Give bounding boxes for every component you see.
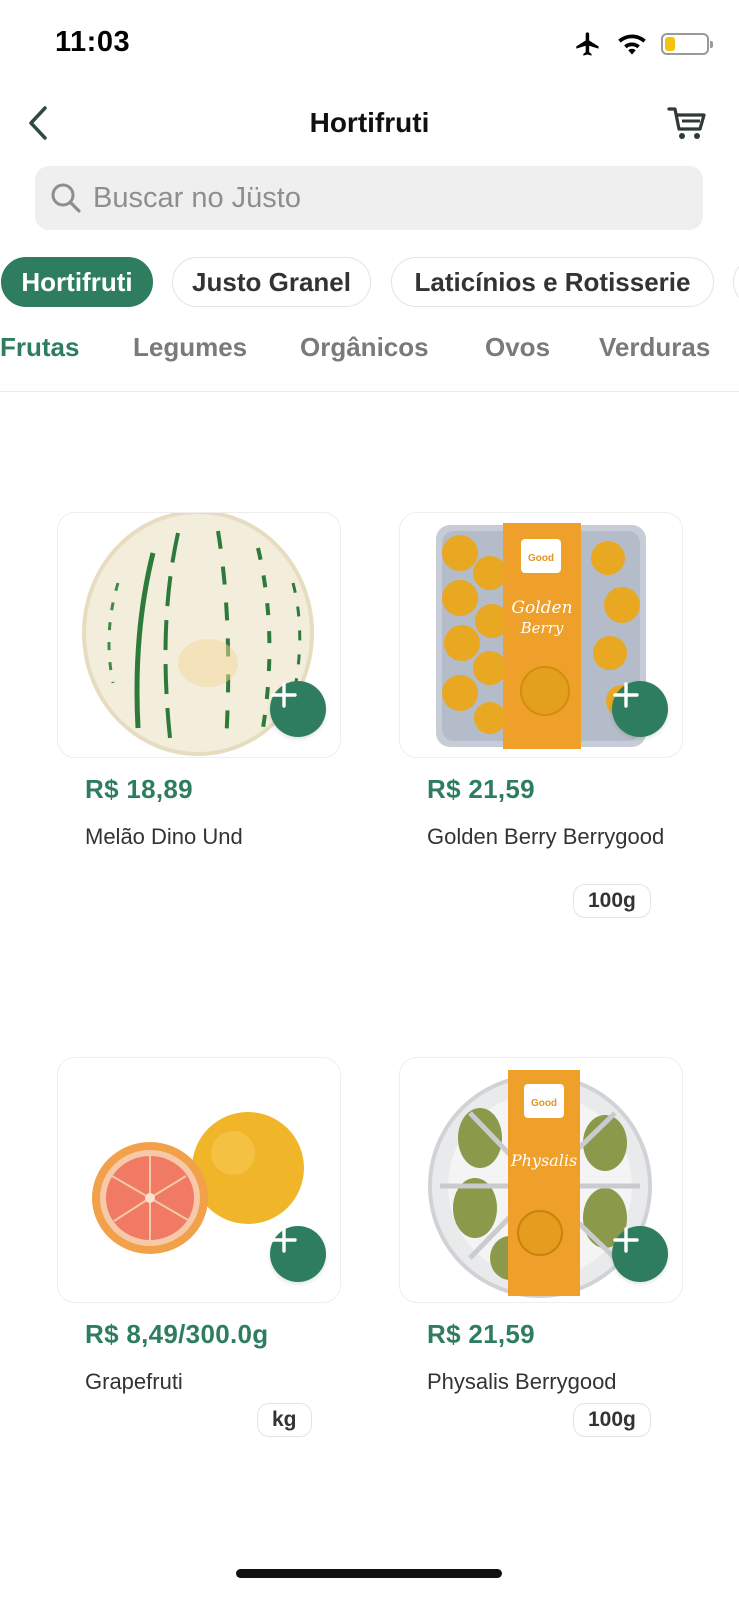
tab-verduras[interactable]: Verduras xyxy=(599,332,710,363)
chip-hortifruti[interactable]: Hortifruti xyxy=(1,257,153,307)
unit-badge: kg xyxy=(257,1403,312,1437)
product-image[interactable] xyxy=(57,1057,341,1303)
status-icons xyxy=(573,30,713,58)
battery-level xyxy=(665,37,676,51)
product-price: R$ 18,89 xyxy=(85,774,193,804)
svg-text:Good: Good xyxy=(531,1098,557,1109)
product-name: Melão Dino Und xyxy=(85,824,243,849)
category-chips: Hortifruti Justo Granel Laticínios e Rot… xyxy=(0,257,739,309)
tab-legumes[interactable]: Legumes xyxy=(133,332,247,363)
home-indicator[interactable] xyxy=(236,1569,502,1578)
battery-icon xyxy=(661,33,713,55)
add-to-cart-button[interactable] xyxy=(270,681,326,737)
product-image[interactable] xyxy=(57,512,341,758)
status-bar: 11:03 xyxy=(0,0,739,90)
chip-laticinios-e-rotisserie[interactable]: Laticínios e Rotisserie xyxy=(391,257,714,307)
product-name: Grapefruti xyxy=(85,1369,183,1394)
svg-text:Golden: Golden xyxy=(511,598,572,618)
product-name: Golden Berry Berrygood xyxy=(427,824,665,849)
product-image[interactable]: Good Golden Berry xyxy=(399,512,683,758)
svg-text:Good: Good xyxy=(528,553,554,564)
header: Hortifruti xyxy=(0,95,739,155)
svg-text:Physalis: Physalis xyxy=(510,1151,577,1170)
svg-text:Berry: Berry xyxy=(520,619,564,637)
product-image[interactable]: Good Physalis xyxy=(399,1057,683,1303)
add-to-cart-button[interactable] xyxy=(612,1226,668,1282)
add-to-cart-button[interactable] xyxy=(270,1226,326,1282)
add-to-cart-button[interactable] xyxy=(612,681,668,737)
search-input[interactable] xyxy=(93,181,653,215)
search-icon xyxy=(49,181,83,215)
subcategory-tabs: Frutas Legumes Orgânicos Ovos Verduras xyxy=(0,330,739,392)
tab-organicos[interactable]: Orgânicos xyxy=(300,332,429,363)
wifi-icon xyxy=(617,32,647,56)
page-title: Hortifruti xyxy=(309,107,430,138)
status-time: 11:03 xyxy=(55,26,131,58)
unit-badge: 100g xyxy=(573,884,651,918)
tab-ovos[interactable]: Ovos xyxy=(485,332,550,363)
airplane-icon xyxy=(573,30,603,58)
product-price: R$ 21,59 xyxy=(427,774,535,804)
cart-icon xyxy=(667,105,707,146)
product-name: Physalis Berrygood xyxy=(427,1369,617,1394)
product-price: R$ 21,59 xyxy=(427,1319,535,1349)
chip-justo-granel[interactable]: Justo Granel xyxy=(172,257,371,307)
tab-frutas[interactable]: Frutas xyxy=(0,332,79,363)
unit-badge: 100g xyxy=(573,1403,651,1437)
chip-more[interactable] xyxy=(733,257,739,307)
product-price: R$ 8,49/300.0g xyxy=(85,1319,269,1349)
cart-button[interactable] xyxy=(665,105,709,145)
search-bar[interactable] xyxy=(35,166,703,230)
